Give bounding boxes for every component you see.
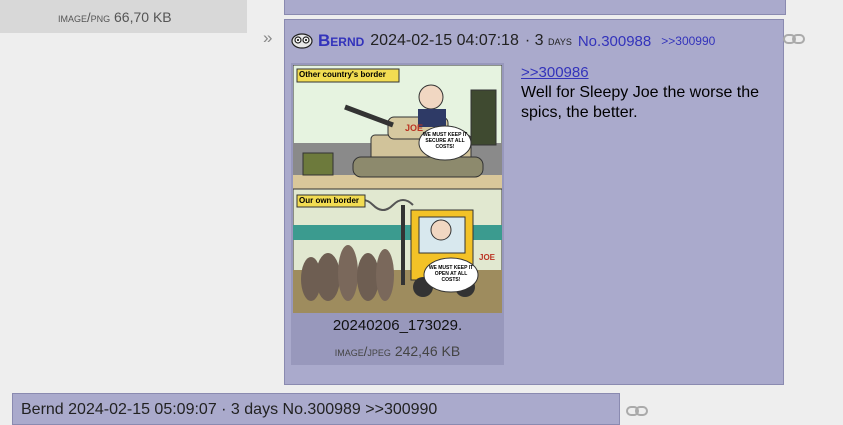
post-age: · 3 days <box>525 32 572 50</box>
post-header: Bernd 2024-02-15 04:07:18 · 3 days No.30… <box>291 30 715 52</box>
previous-file-type: image/png <box>58 10 111 25</box>
post-number-prefix: No. <box>577 32 602 50</box>
comic-forklift-label: JOE <box>479 253 496 262</box>
comic-panel2-caption: Our own border <box>299 196 359 205</box>
post-number-value: 300988 <box>601 32 652 50</box>
backlink[interactable]: >>300990 <box>661 34 715 48</box>
post-date: 2024-02-15 04:07:18 <box>370 32 519 49</box>
reply-arrow-icon: » <box>263 28 273 47</box>
message-text: Well for Sleepy Joe the worse the spics,… <box>521 84 760 121</box>
post-message: >>300986 Well for Sleepy Joe the worse t… <box>521 63 766 123</box>
post: Bernd 2024-02-15 04:07:18 · 3 days No.30… <box>284 19 805 385</box>
file-size: 242,46 KB <box>394 343 461 359</box>
permalink-icon[interactable] <box>783 33 805 45</box>
comic-panel1-caption: Other country's border <box>299 70 386 79</box>
file-meta: image/jpeg 242,46 KB <box>291 343 504 359</box>
comic-panel2-bubble: WE MUST KEEP IT OPEN AT ALL COSTS! <box>428 265 474 283</box>
image-thumbnail[interactable]: Other country's border WE MUST KEEP IT S… <box>293 65 502 313</box>
age-number: 3 <box>534 32 544 49</box>
next-post-header: Bernd 2024-02-15 05:09:07 · 3 days No.30… <box>21 401 438 418</box>
previous-file-size: 66,70 KB <box>114 9 172 25</box>
author-name[interactable]: Bernd <box>318 31 364 51</box>
attached-file: Other country's border WE MUST KEEP IT S… <box>291 63 504 365</box>
age-unit: days <box>548 33 572 48</box>
next-post: Bernd 2024-02-15 05:09:07 · 3 days No.30… <box>12 393 620 425</box>
next-permalink-icon[interactable] <box>626 405 648 417</box>
file-name[interactable]: 20240206_173029. <box>291 317 504 334</box>
country-ball-icon <box>291 33 313 49</box>
separator: · <box>524 32 531 49</box>
comic-tank-label: JOE <box>405 123 424 133</box>
comic-panel1-bubble: WE MUST KEEP IT SECURE AT ALL COSTS! <box>422 132 468 150</box>
previous-post <box>284 0 786 15</box>
previous-file-meta: image/png 66,70 KB <box>58 9 172 25</box>
post-number[interactable]: No.300988 <box>578 33 651 50</box>
previous-post-file-info: image/png 66,70 KB <box>0 0 247 33</box>
quote-link[interactable]: >>300986 <box>521 63 766 83</box>
file-type: image/jpeg <box>334 344 391 359</box>
